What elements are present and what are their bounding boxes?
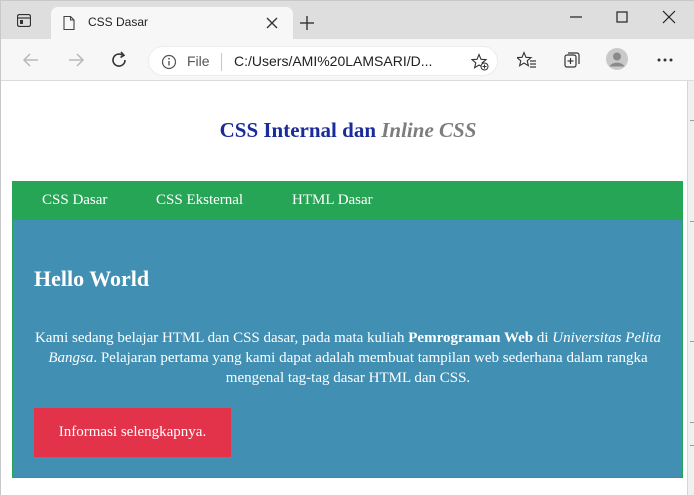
browser-window: CSS Dasar File C:/Users/AMI%20LAMSARI/D.… — [0, 0, 694, 495]
back-arrow-icon[interactable] — [21, 50, 41, 70]
edge-mark — [690, 221, 694, 222]
add-favorite-star-icon[interactable] — [471, 53, 489, 71]
tab-css-dasar[interactable]: CSS Dasar — [51, 7, 293, 39]
more-info-button[interactable]: Informasi selengkapnya. — [34, 408, 231, 457]
maximize-icon[interactable] — [614, 9, 630, 25]
profile-avatar-icon[interactable] — [606, 48, 628, 70]
content-heading: Hello World — [34, 266, 150, 291]
info-icon[interactable] — [161, 54, 177, 70]
favorites-icon[interactable] — [517, 50, 537, 70]
paragraph-text-1: Kami sedang belajar HTML dan CSS dasar, … — [34, 330, 409, 346]
new-tab-plus-icon[interactable] — [300, 16, 314, 30]
forward-arrow-icon[interactable] — [66, 50, 86, 70]
minimize-icon[interactable] — [568, 9, 584, 25]
paragraph-text-2: di — [533, 330, 553, 346]
tab-strip: CSS Dasar — [1, 1, 694, 39]
window-menu-icon[interactable] — [17, 14, 31, 27]
nav-link-css-eksternal[interactable]: CSS Eksternal — [156, 192, 243, 209]
page-title: CSS Internal dan Inline CSS — [1, 118, 694, 143]
page-title-inline: Inline CSS — [381, 118, 477, 142]
browser-toolbar: File C:/Users/AMI%20LAMSARI/D... — [1, 39, 694, 81]
tab-title: CSS Dasar — [88, 15, 149, 29]
paragraph-bold-course: Pemrograman Web — [408, 330, 534, 346]
nav-link-css-dasar[interactable]: CSS Dasar — [42, 192, 107, 209]
close-icon[interactable] — [266, 17, 278, 29]
collections-icon[interactable] — [562, 50, 582, 70]
page-icon — [63, 16, 75, 30]
address-separator — [221, 53, 222, 71]
nav-link-html-dasar[interactable]: HTML Dasar — [292, 192, 373, 209]
content-paragraph: Kami sedang belajar HTML dan CSS dasar, … — [28, 328, 668, 388]
edge-mark — [690, 422, 694, 423]
address-url[interactable]: C:/Users/AMI%20LAMSARI/D... — [234, 53, 462, 69]
background-window-edge — [687, 81, 694, 495]
window-close-icon[interactable] — [661, 9, 677, 25]
paragraph-text-3: . Pelajaran pertama yang kami dapat adal… — [93, 350, 648, 386]
edge-mark — [690, 445, 694, 446]
page-title-main: CSS Internal dan — [219, 118, 382, 142]
more-options-icon[interactable] — [655, 50, 675, 70]
address-bar[interactable]: File C:/Users/AMI%20LAMSARI/D... — [148, 46, 498, 76]
edge-mark — [690, 120, 694, 121]
edge-mark — [690, 341, 694, 342]
content-section: Hello World Kami sedang belajar HTML dan… — [12, 220, 683, 478]
web-page: CSS Internal dan Inline CSS CSS Dasar CS… — [1, 82, 687, 495]
refresh-icon[interactable] — [109, 50, 129, 70]
site-navbar: CSS Dasar CSS Eksternal HTML Dasar — [12, 181, 683, 220]
address-scheme-label: File — [187, 53, 210, 69]
